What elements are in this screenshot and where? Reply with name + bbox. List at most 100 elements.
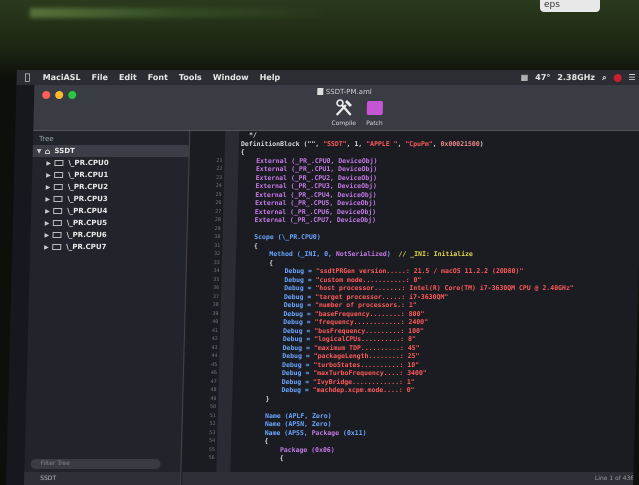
code-line[interactable]: 51 Name (APLF, Zero) xyxy=(196,412,636,421)
menu-tools[interactable]: Tools xyxy=(179,73,202,82)
code-line[interactable]: 44 Debug = "packageLength........: 25" xyxy=(197,352,637,361)
code-line[interactable]: 35 Debug = "custom mode...........: 0" xyxy=(199,276,639,285)
code-text: Debug = "number of processors.: 1" xyxy=(223,301,417,310)
code-token: , 1, xyxy=(346,139,367,148)
tree-item-cpu[interactable]: ▶ \_PR.CPU5 xyxy=(31,217,187,229)
menu-window[interactable]: Window xyxy=(213,73,249,82)
disclosure-closed-icon[interactable]: ▶ xyxy=(46,160,54,167)
code-line[interactable]: DefinitionBlock ("", "SSDT", 1, "APPLE "… xyxy=(203,140,639,149)
code-line[interactable]: 26 External (_PR_.CPU5, DeviceObj) xyxy=(201,199,639,208)
menu-edit[interactable]: Edit xyxy=(119,73,137,82)
code-line[interactable]: 31 { xyxy=(200,242,639,251)
compile-button[interactable]: Compile xyxy=(331,98,356,127)
code-line[interactable]: 21 External (_PR_.CPU0, DeviceObj) xyxy=(202,157,639,166)
code-line[interactable]: 25 External (_PR_.CPU4, DeviceObj) xyxy=(201,191,639,200)
line-number: 29 xyxy=(214,225,221,232)
code-line[interactable]: 41 Debug = "busFrequency.........: 100" xyxy=(198,327,638,336)
disclosure-closed-icon[interactable]: ▶ xyxy=(44,232,52,239)
line-number: 35 xyxy=(213,276,220,283)
code-token: "maximum TDP..........: 45" xyxy=(313,343,420,352)
filter-field[interactable]: Filter Tree xyxy=(30,459,161,469)
tree-item-cpu[interactable]: ▶ \_PR.CPU6 xyxy=(30,229,186,241)
line-number: 22 xyxy=(216,166,223,172)
code-line[interactable]: 46 Debug = "maxTurboFrequency....: 3400" xyxy=(197,369,637,378)
code-line[interactable]: 34 Debug = "ssdtPRGen version.....: 21.5… xyxy=(199,267,639,276)
grid-icon[interactable]: ▦ xyxy=(521,73,529,82)
source-code[interactable]: */DefinitionBlock ("", "SSDT", 1, "APPLE… xyxy=(195,131,639,463)
code-line[interactable]: 47 Debug = "IvyBridge............: 1" xyxy=(197,378,637,387)
tree-item-cpu[interactable]: ▶ \_PR.CPU0 xyxy=(32,157,188,169)
menu-help[interactable]: Help xyxy=(260,73,281,82)
code-line[interactable]: 40 Debug = "frequency............: 2400" xyxy=(198,318,638,327)
code-line[interactable]: 50 xyxy=(196,403,636,412)
code-token: } xyxy=(234,394,270,403)
disclosure-closed-icon[interactable]: ▶ xyxy=(45,196,53,203)
menu-app-name[interactable]: MaciASL xyxy=(43,73,81,82)
code-line[interactable]: 32 Method (_INI, 0, NotSerialized) // _I… xyxy=(200,250,639,259)
code-token: "packageLength........: 25" xyxy=(313,352,420,360)
line-number xyxy=(203,148,227,157)
code-line[interactable]: 36 Debug = "host processor.......: Intel… xyxy=(199,284,639,293)
temperature-status[interactable]: 47° xyxy=(535,73,550,82)
code-line[interactable]: */ xyxy=(203,131,639,140)
disclosure-closed-icon[interactable]: ▶ xyxy=(46,172,54,179)
background-room: eps xyxy=(0,0,639,80)
code-text: External (_PR_.CPU7, DeviceObj) xyxy=(225,216,376,225)
user-icon[interactable] xyxy=(613,73,622,82)
tree-item-cpu[interactable]: ▶ \_PR.CPU1 xyxy=(32,169,188,181)
home-icon: ⌂ xyxy=(44,146,51,156)
disclosure-closed-icon[interactable]: ▶ xyxy=(45,220,53,227)
disclosure-closed-icon[interactable]: ▶ xyxy=(46,184,54,191)
code-line[interactable]: 55 Package (0x06) xyxy=(195,446,635,455)
tree-item-label: \_PR.CPU7 xyxy=(66,243,107,251)
disclosure-closed-icon[interactable]: ▶ xyxy=(45,208,53,215)
cpu-frequency-status[interactable]: 2.38GHz xyxy=(557,73,595,82)
code-token: "SSDT" xyxy=(323,139,347,148)
code-text: External (_PR_.CPU1, DeviceObj) xyxy=(226,165,378,174)
disclosure-closed-icon[interactable]: ▶ xyxy=(44,244,52,251)
control-icon[interactable]: ☰ xyxy=(628,73,635,82)
code-line[interactable]: 56 { xyxy=(195,454,635,463)
code-line[interactable]: 38 Debug = "number of processors.: 1" xyxy=(199,301,639,310)
tree-item-cpu[interactable]: ▶ \_PR.CPU2 xyxy=(32,181,188,193)
code-line[interactable]: 45 Debug = "turboStates..........: 10" xyxy=(197,361,637,370)
tree-item-cpu[interactable]: ▶ \_PR.CPU3 xyxy=(31,193,187,205)
code-line[interactable]: { xyxy=(203,148,639,157)
line-number xyxy=(203,131,227,140)
code-line[interactable]: 22 External (_PR_.CPU1, DeviceObj) xyxy=(202,165,639,174)
menu-file[interactable]: File xyxy=(91,73,108,82)
code-line[interactable]: 29 xyxy=(201,225,639,234)
menu-font[interactable]: Font xyxy=(148,73,168,82)
editor-footer: Line 1 of 436 xyxy=(182,472,639,485)
code-token: Debug = xyxy=(237,284,316,292)
code-text: DefinitionBlock ("", "SSDT", 1, "APPLE "… xyxy=(227,140,484,149)
code-token: NotSerialized xyxy=(335,250,387,258)
tree-item-root[interactable]: ▼ ⌂ SSDT xyxy=(32,145,189,157)
search-icon[interactable]: ⌕ xyxy=(602,73,607,83)
code-line[interactable]: 54 { xyxy=(195,437,635,446)
code-line[interactable]: 23 External (_PR_.CPU2, DeviceObj) xyxy=(202,174,639,183)
tree-item-cpu[interactable]: ▶ \_PR.CPU4 xyxy=(31,205,187,217)
apple-icon[interactable]:  xyxy=(25,73,35,83)
disclosure-open-icon[interactable]: ▼ xyxy=(37,148,45,155)
tree-item-cpu[interactable]: ▶ \_PR.CPU7 xyxy=(30,241,186,253)
code-line[interactable]: 24 External (_PR_.CPU3, DeviceObj) xyxy=(202,182,639,191)
code-line[interactable]: 49 } xyxy=(196,395,636,404)
code-token: Debug = xyxy=(235,352,314,360)
code-token: // _INI: Initialize xyxy=(390,250,473,258)
code-line[interactable]: 43 Debug = "maximum TDP..........: 45" xyxy=(197,344,637,353)
patch-button[interactable]: Patch xyxy=(363,98,386,127)
code-line[interactable]: 27 External (_PR_.CPU6, DeviceObj) xyxy=(201,208,639,217)
code-line[interactable]: 48 Debug = "machdep.xcpm.mode....: 0" xyxy=(196,386,636,395)
code-line[interactable]: 37 Debug = "target processor.....: i7-36… xyxy=(199,293,639,302)
code-text: Name (APSN, Zero) xyxy=(219,420,332,429)
code-line[interactable]: 52 Name (APSN, Zero) xyxy=(195,420,635,429)
tree-root-label: SSDT xyxy=(54,147,75,155)
code-editor[interactable]: */DefinitionBlock ("", "SSDT", 1, "APPLE… xyxy=(182,131,639,485)
code-line[interactable]: 42 Debug = "logicalCPUs..........: 8" xyxy=(198,335,638,344)
code-line[interactable]: 39 Debug = "baseFrequency........: 800" xyxy=(198,310,638,319)
code-line[interactable]: 33 { xyxy=(200,259,639,268)
code-line[interactable]: 28 External (_PR_.CPU7, DeviceObj) xyxy=(201,216,639,225)
code-line[interactable]: 53 Name (APSS, Package (0x11) xyxy=(195,429,635,438)
code-line[interactable]: 30 Scope (\_PR.CPU0) xyxy=(200,233,639,242)
